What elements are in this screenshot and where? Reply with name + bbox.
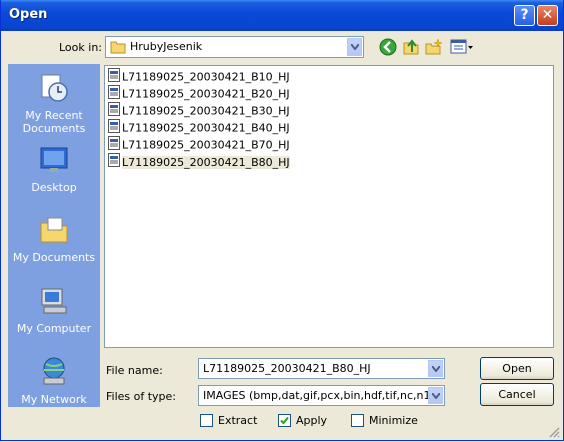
open-button[interactable]: Open (480, 357, 554, 380)
file-list[interactable]: L71189025_20030421_B10_HJ L71189025_2003… (104, 65, 554, 348)
recent-documents-icon (8, 72, 100, 107)
back-icon[interactable] (379, 38, 397, 59)
checkbox-box[interactable] (351, 414, 364, 427)
place-label: My Network (21, 393, 87, 406)
my-network-icon (8, 356, 100, 391)
close-button[interactable]: ✕ (537, 5, 558, 26)
file-item[interactable]: L71189025_20030421_B30_HJ (108, 102, 290, 118)
new-folder-icon[interactable] (425, 38, 443, 59)
my-documents-icon (8, 214, 100, 249)
view-menu-icon[interactable] (450, 38, 474, 59)
help-button[interactable]: ? (514, 5, 535, 26)
desktop-icon (8, 144, 100, 179)
file-item[interactable]: L71189025_20030421_B70_HJ (108, 136, 290, 152)
place-desktop[interactable]: Desktop (8, 144, 100, 194)
window-title: Open (9, 7, 48, 22)
place-label: My Computer (16, 322, 92, 335)
checkbox-box[interactable] (278, 414, 291, 427)
checkbox-label: Apply (296, 414, 328, 427)
look-in-combobox[interactable]: HrubyJesenik (105, 36, 364, 58)
folder-icon (110, 40, 126, 57)
resize-grip-icon[interactable] (547, 425, 561, 442)
place-recent-documents[interactable]: My Recent Documents (8, 72, 100, 135)
place-my-documents[interactable]: My Documents (8, 214, 100, 264)
chevron-down-icon[interactable] (347, 38, 362, 56)
places-bar: My Recent Documents Desktop My Documents… (8, 64, 100, 407)
place-label: Desktop (31, 181, 77, 194)
file-type-value: IMAGES (bmp,dat,gif,pcx,bin,hdf,tif,nc,n… (203, 389, 435, 402)
up-folder-icon[interactable] (402, 38, 420, 59)
checkbox-label: Minimize (369, 414, 418, 427)
file-name-label: File name: (106, 364, 163, 377)
file-type-label: Files of type: (106, 390, 177, 403)
place-my-computer[interactable]: My Computer (8, 285, 100, 335)
chevron-down-icon[interactable] (428, 360, 443, 377)
title-bar[interactable]: Open ? ✕ (1, 0, 563, 31)
file-item[interactable]: L71189025_20030421_B20_HJ (108, 85, 290, 101)
checkbox-box[interactable] (200, 414, 213, 427)
open-dialog: Open ? ✕ Look in: HrubyJesenik My Recent… (0, 0, 564, 441)
file-type-combobox[interactable]: IMAGES (bmp,dat,gif,pcx,bin,hdf,tif,nc,n… (198, 385, 445, 406)
place-my-network[interactable]: My Network (8, 356, 100, 406)
chevron-down-icon[interactable] (428, 387, 443, 404)
place-label: My Documents (12, 251, 96, 264)
cancel-button[interactable]: Cancel (480, 383, 554, 406)
checkbox-label: Extract (218, 414, 258, 427)
file-name-value: L71189025_20030421_B80_HJ (203, 362, 371, 375)
look-in-value: HrubyJesenik (130, 40, 203, 53)
file-item-selected[interactable]: L71189025_20030421_B80_HJ (108, 153, 290, 169)
file-item[interactable]: L71189025_20030421_B10_HJ (108, 68, 290, 84)
file-item[interactable]: L71189025_20030421_B40_HJ (108, 119, 290, 135)
my-computer-icon (8, 285, 100, 320)
look-in-label: Look in: (59, 41, 102, 54)
file-icon (108, 153, 120, 172)
file-name-combobox[interactable]: L71189025_20030421_B80_HJ (198, 358, 445, 379)
place-label: My Recent Documents (22, 109, 86, 135)
